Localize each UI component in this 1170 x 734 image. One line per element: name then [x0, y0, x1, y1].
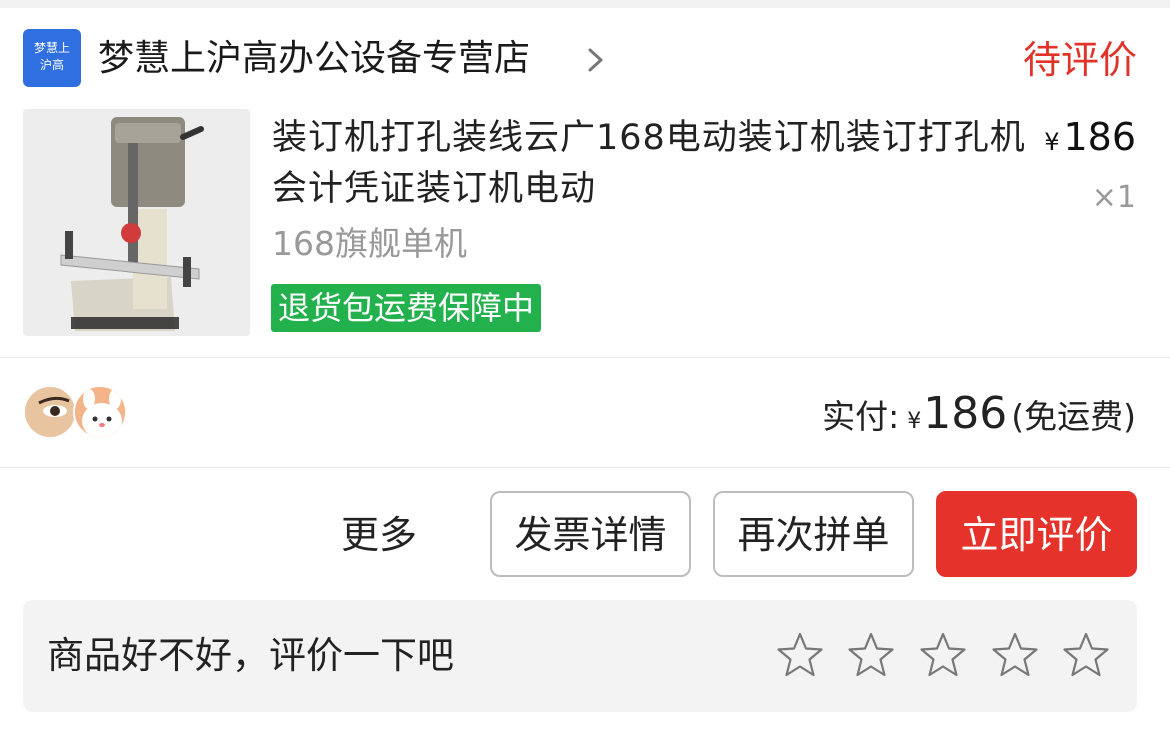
avatar: [23, 385, 77, 439]
more-button[interactable]: 更多: [341, 510, 417, 560]
product-spec: 168旗舰单机: [272, 224, 467, 263]
return-shipping-guarantee-badge: 退货包运费保障中: [271, 284, 542, 332]
avatar: [73, 385, 127, 439]
review-prompt-text: 商品好不好，评价一下吧: [47, 634, 454, 677]
product-quantity: ×1: [1091, 180, 1136, 215]
shop-name[interactable]: 梦慧上沪高办公设备专营店: [98, 36, 530, 82]
paid-amount: 186: [923, 388, 1008, 439]
product-thumbnail[interactable]: [23, 109, 250, 336]
divider: [0, 357, 1170, 358]
review-now-button[interactable]: 立即评价: [936, 491, 1137, 577]
amount-paid: 实付: ¥186 (免运费): [822, 388, 1136, 439]
star-outline-icon[interactable]: [775, 630, 825, 680]
product-title[interactable]: 装订机打孔装线云广168电动装订机装订打孔机会计凭证装订机电动: [272, 113, 1032, 215]
currency-symbol: ¥: [907, 409, 922, 434]
top-separator: [0, 0, 1170, 8]
shop-logo[interactable]: 梦慧上 沪高: [23, 29, 81, 87]
star-outline-icon[interactable]: [918, 630, 968, 680]
product-price: ¥186: [1044, 114, 1136, 165]
star-outline-icon[interactable]: [1061, 630, 1111, 680]
review-prompt-bar[interactable]: 商品好不好，评价一下吧: [23, 600, 1137, 712]
product-price-value: 186: [1063, 115, 1136, 159]
order-status: 待评价: [1022, 38, 1137, 82]
paid-label: 实付:: [822, 397, 900, 436]
divider: [0, 467, 1170, 468]
currency-symbol: ¥: [1044, 128, 1060, 156]
shipping-note: (免运费): [1011, 397, 1136, 436]
reorder-button[interactable]: 再次拼单: [713, 491, 914, 577]
shop-logo-line2: 沪高: [39, 58, 64, 72]
star-outline-icon[interactable]: [990, 630, 1040, 680]
chevron-right-icon[interactable]: [582, 42, 610, 78]
star-outline-icon[interactable]: [846, 630, 896, 680]
invoice-details-button[interactable]: 发票详情: [490, 491, 691, 577]
shop-logo-line1: 梦慧上: [33, 41, 70, 55]
